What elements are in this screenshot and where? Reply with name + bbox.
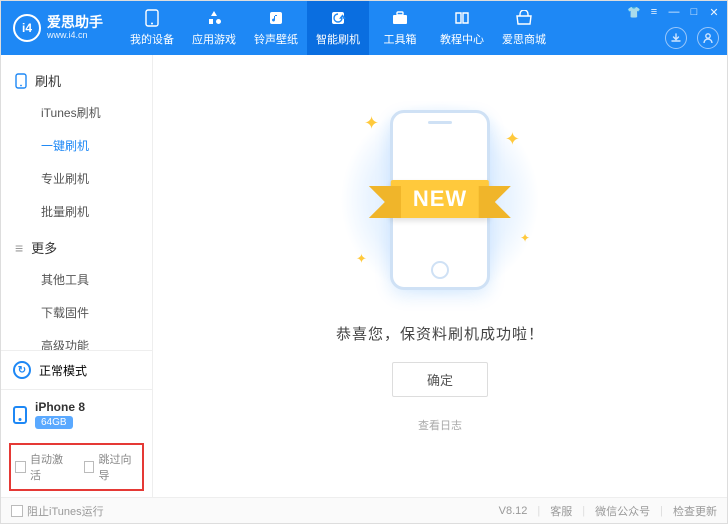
user-button[interactable] xyxy=(697,27,719,49)
sparkle-icon: ✦ xyxy=(356,251,367,267)
sidebar-item-advanced[interactable]: 高级功能 xyxy=(1,329,152,350)
checkbox-block-itunes[interactable]: 阻止iTunes运行 xyxy=(11,503,104,519)
view-log-link[interactable]: 查看日志 xyxy=(418,417,462,433)
window-shirt-icon[interactable]: 👕 xyxy=(627,5,641,19)
storage-badge: 64GB xyxy=(35,416,73,429)
device-icon xyxy=(13,406,27,424)
sparkle-icon: ✦ xyxy=(520,231,530,245)
sidebar-group-flash[interactable]: 刷机 xyxy=(1,61,152,96)
book-icon xyxy=(453,9,471,27)
success-illustration: ✦ ✦ ✦ ✦ NEW xyxy=(330,95,550,305)
checkbox-icon xyxy=(15,461,26,473)
options-highlight: 自动激活 跳过向导 xyxy=(9,443,144,491)
device-indicator[interactable]: iPhone 8 64GB xyxy=(1,389,152,439)
window-menu-icon[interactable]: ≡ xyxy=(647,5,661,19)
user-icon xyxy=(702,32,714,44)
status-bar: 阻止iTunes运行 V8.12 | 客服 | 微信公众号 | 检查更新 xyxy=(1,497,727,523)
checkbox-icon xyxy=(84,461,95,473)
sidebar-item-other-tools[interactable]: 其他工具 xyxy=(1,263,152,296)
support-link[interactable]: 客服 xyxy=(550,503,572,519)
tab-label: 应用游戏 xyxy=(192,31,236,47)
version-label: V8.12 xyxy=(499,505,528,517)
logo-icon: i4 xyxy=(13,14,41,42)
sidebar-item-download-firmware[interactable]: 下载固件 xyxy=(1,296,152,329)
list-icon: ≡ xyxy=(15,241,23,255)
logo-title: 爱思助手 xyxy=(47,15,103,30)
download-icon xyxy=(670,32,682,44)
tab-store[interactable]: 爱思商城 xyxy=(493,1,555,55)
ok-button[interactable]: 确定 xyxy=(392,362,488,397)
checkbox-label: 阻止iTunes运行 xyxy=(27,503,104,519)
tab-label: 教程中心 xyxy=(440,31,484,47)
tab-apps[interactable]: 应用游戏 xyxy=(183,1,245,55)
check-update-link[interactable]: 检查更新 xyxy=(673,503,717,519)
sparkle-icon: ✦ xyxy=(364,113,379,134)
tab-label: 我的设备 xyxy=(130,31,174,47)
sidebar: 刷机 iTunes刷机 一键刷机 专业刷机 批量刷机 ≡ 更多 其他工具 下载固… xyxy=(1,55,153,497)
tab-tools[interactable]: 工具箱 xyxy=(369,1,431,55)
main-content: ✦ ✦ ✦ ✦ NEW 恭喜您，保资料刷机成功啦！ 确定 查看日志 xyxy=(153,55,727,497)
mode-label: 正常模式 xyxy=(39,362,87,379)
window-maximize-icon[interactable]: □ xyxy=(687,5,701,19)
main-tabs: 我的设备 应用游戏 铃声壁纸 智能刷机 工具箱 教程中心 xyxy=(121,1,555,55)
tab-label: 爱思商城 xyxy=(502,31,546,47)
tab-label: 智能刷机 xyxy=(316,31,360,47)
flash-icon xyxy=(329,9,347,27)
mode-indicator[interactable]: ↻ 正常模式 xyxy=(1,350,152,389)
logo-url: www.i4.cn xyxy=(47,31,103,41)
sidebar-group-more[interactable]: ≡ 更多 xyxy=(1,228,152,263)
note-icon xyxy=(267,9,285,27)
tab-my-device[interactable]: 我的设备 xyxy=(121,1,183,55)
sidebar-item-itunes-flash[interactable]: iTunes刷机 xyxy=(1,96,152,129)
window-minimize-icon[interactable]: — xyxy=(667,5,681,19)
device-name: iPhone 8 xyxy=(35,400,85,414)
app-header: i4 爱思助手 www.i4.cn 我的设备 应用游戏 铃声壁纸 智能刷机 xyxy=(1,1,727,55)
sidebar-item-oneclick-flash[interactable]: 一键刷机 xyxy=(1,129,152,162)
checkbox-label: 跳过向导 xyxy=(98,451,138,483)
tab-label: 工具箱 xyxy=(384,31,417,47)
tab-ringtones[interactable]: 铃声壁纸 xyxy=(245,1,307,55)
checkbox-icon xyxy=(11,505,23,517)
checkbox-auto-activate[interactable]: 自动激活 xyxy=(15,451,70,483)
mode-icon: ↻ xyxy=(13,361,31,379)
phone-icon xyxy=(143,9,161,27)
apps-icon xyxy=(205,9,223,27)
checkbox-skip-guide[interactable]: 跳过向导 xyxy=(84,451,139,483)
sidebar-item-batch-flash[interactable]: 批量刷机 xyxy=(1,195,152,228)
wechat-link[interactable]: 微信公众号 xyxy=(595,503,650,519)
phone-outline-icon xyxy=(15,73,27,89)
sidebar-group-label: 更多 xyxy=(31,238,57,257)
tab-label: 铃声壁纸 xyxy=(254,31,298,47)
download-button[interactable] xyxy=(665,27,687,49)
ribbon-label: NEW xyxy=(391,180,489,218)
sidebar-item-pro-flash[interactable]: 专业刷机 xyxy=(1,162,152,195)
sidebar-group-label: 刷机 xyxy=(35,71,61,90)
window-close-icon[interactable]: ✕ xyxy=(707,5,721,19)
tab-tutorials[interactable]: 教程中心 xyxy=(431,1,493,55)
tab-flash[interactable]: 智能刷机 xyxy=(307,1,369,55)
success-message: 恭喜您，保资料刷机成功啦！ xyxy=(336,323,544,344)
logo[interactable]: i4 爱思助手 www.i4.cn xyxy=(1,14,115,42)
window-buttons: 👕 ≡ — □ ✕ xyxy=(627,5,721,19)
store-icon xyxy=(515,9,533,27)
checkbox-label: 自动激活 xyxy=(30,451,70,483)
new-ribbon: NEW xyxy=(391,180,489,218)
sparkle-icon: ✦ xyxy=(505,129,520,150)
toolbox-icon xyxy=(391,9,409,27)
